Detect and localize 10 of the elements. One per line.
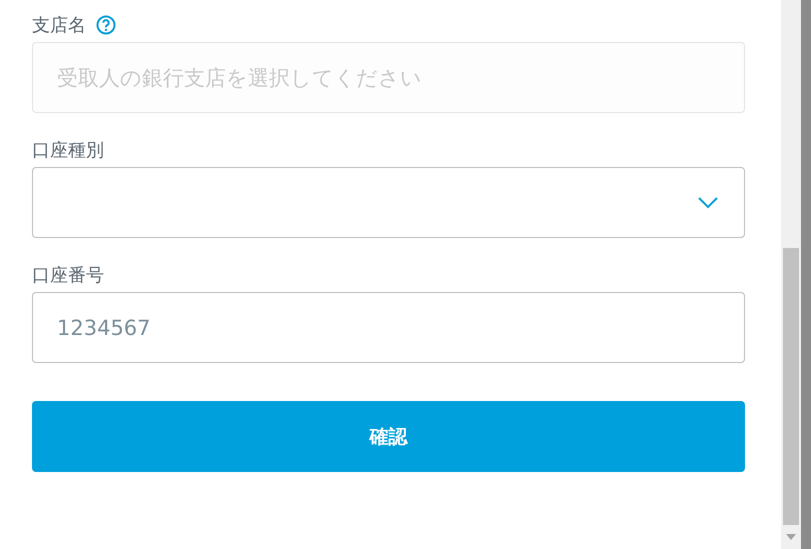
field-label: 口座種別	[32, 139, 104, 162]
scrollbar-thumb[interactable]	[783, 248, 799, 525]
field-label: 口座番号	[32, 264, 104, 287]
confirm-button[interactable]: 確認	[32, 401, 745, 472]
input-field[interactable]: 1234567	[32, 292, 745, 363]
scrollbar[interactable]	[781, 0, 801, 549]
dropdown-field[interactable]	[32, 167, 745, 238]
chevron-down-icon	[698, 196, 718, 208]
field-label: 支店名	[32, 14, 86, 37]
help-icon[interactable]	[96, 15, 116, 35]
